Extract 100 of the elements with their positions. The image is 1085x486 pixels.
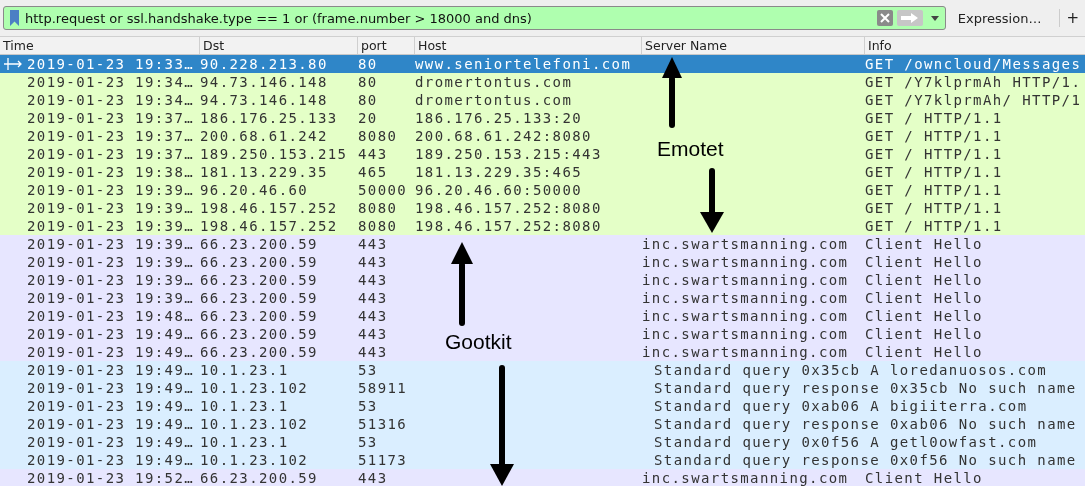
table-cell-text: 181.13.229.35	[200, 163, 329, 181]
table-cell: GET / HTTP/1.1	[865, 181, 1003, 199]
column-header[interactable]: port	[358, 37, 415, 54]
table-cell-text: 443	[358, 343, 389, 361]
table-cell-text: inc.swartsmanning.com	[642, 253, 850, 271]
table-cell-text: 200.68.61.242:8080	[415, 127, 593, 145]
table-cell-text: 10.1.23.102	[200, 415, 310, 433]
table-cell-text: 96.20.46.60	[200, 181, 310, 199]
arrow	[700, 168, 724, 233]
table-cell-text: 186.176.25.133	[200, 109, 339, 127]
table-cell: Client Hello	[865, 307, 983, 325]
table-cell-text: dromertontus.com	[415, 91, 574, 109]
table-cell: GET / HTTP/1.1	[865, 145, 1003, 163]
table-cell-text: 10.1.23.1	[200, 433, 290, 451]
table-cell-text: inc.swartsmanning.com	[642, 325, 850, 343]
bookmark-icon[interactable]	[10, 10, 19, 26]
table-cell-text: Standard query 0x35cb A loredanuosos.com	[653, 361, 1048, 379]
table-cell-text: 90.228.213.80	[200, 55, 329, 73]
table-cell-text: 10.1.23.102	[200, 379, 310, 397]
table-cell-text: 20	[358, 109, 379, 127]
table-cell: Client Hello	[865, 343, 983, 361]
table-cell-text: 465	[358, 163, 389, 181]
packet-row-time-cell[interactable]: 2019-01-23 19:33…	[27, 55, 200, 73]
table-cell-text: inc.swartsmanning.com	[642, 307, 850, 325]
table-cell-text: 66.23.200.59	[200, 289, 319, 307]
table-cell-text: 443	[358, 271, 389, 289]
table-cell-text: 198.46.157.252	[200, 217, 339, 235]
table-cell-text: inc.swartsmanning.com	[642, 343, 850, 361]
table-cell-text: www.seniortelefoni.com	[415, 55, 633, 73]
annotation-label: Emotet	[657, 137, 724, 161]
display-filter-field[interactable]: http.request or ssl.handshake.type == 1 or (frame.number > 18000 and dns)	[23, 10, 871, 26]
table-cell-text: Standard query response 0x0f56 No such name	[653, 451, 1077, 469]
table-cell-text: 443	[358, 235, 389, 253]
table-cell: GET / HTTP/1.1	[865, 199, 1003, 217]
table-cell-text: 10.1.23.1	[200, 361, 290, 379]
table-cell: GET /Y7klprmAh HTTP/1.	[865, 73, 1082, 91]
table-cell-text: 189.250.153.215	[200, 145, 349, 163]
table-cell-text: 66.23.200.59	[200, 343, 319, 361]
table-cell-text: 58911	[358, 379, 409, 397]
table-cell-text: 66.23.200.59	[200, 253, 319, 271]
request-marker-icon	[4, 58, 22, 70]
table-cell: GET / HTTP/1.1	[865, 163, 1003, 181]
table-cell-text: 443	[358, 289, 389, 307]
table-cell-text: 94.73.146.148	[200, 91, 329, 109]
table-cell-text: 8080	[358, 127, 399, 145]
column-header[interactable]: Host	[415, 37, 642, 54]
table-cell: Client Hello	[865, 235, 983, 253]
expression-button[interactable]: Expression…	[953, 8, 1046, 28]
table-cell-text: 198.46.157.252:8080	[415, 217, 603, 235]
table-cell-text: inc.swartsmanning.com	[642, 469, 850, 486]
dropdown-caret-icon[interactable]	[930, 15, 939, 21]
table-cell-text: dromertontus.com	[415, 73, 574, 91]
table-cell: Client Hello	[865, 325, 983, 343]
table-cell-text: inc.swartsmanning.com	[642, 289, 850, 307]
table-cell-text: 10.1.23.1	[200, 397, 290, 415]
table-cell: GET /owncloud/Messages	[865, 55, 1082, 73]
table-cell-text: 66.23.200.59	[200, 235, 319, 253]
table-cell: GET / HTTP/1.1	[865, 217, 1003, 235]
display-filter-bar[interactable]: http.request or ssl.handshake.type == 1 or (frame.number > 18000 and dns)	[3, 6, 946, 30]
column-header[interactable]: Info	[865, 37, 1085, 54]
clear-icon[interactable]	[876, 10, 893, 26]
table-cell-text: 443	[358, 145, 389, 163]
table-cell: GET /Y7klprmAh/ HTTP/1	[865, 91, 1082, 109]
table-cell-text: 198.46.157.252:8080	[415, 199, 603, 217]
column-header[interactable]: Server Name	[642, 37, 865, 54]
column-header[interactable]: Dst	[200, 37, 358, 54]
table-cell-text: 80	[358, 91, 379, 109]
table-cell-text: 53	[358, 433, 379, 451]
table-cell-text: 189.250.153.215:443	[415, 145, 603, 163]
table-cell: Client Hello	[865, 271, 983, 289]
table-cell-text: 51173	[358, 451, 409, 469]
table-cell-text: 96.20.46.60:50000	[415, 181, 584, 199]
table-cell-text: 443	[358, 307, 389, 325]
column-header[interactable]: Time	[0, 37, 200, 54]
table-cell: GET / HTTP/1.1	[865, 127, 1003, 145]
table-cell-text: 80	[358, 73, 379, 91]
table-cell-text: 186.176.25.133:20	[415, 109, 584, 127]
table-cell-text: inc.swartsmanning.com	[642, 235, 850, 253]
table-cell-text: 8080	[358, 199, 399, 217]
table-cell-text: 94.73.146.148	[200, 73, 329, 91]
table-cell: GET / HTTP/1.1	[865, 109, 1003, 127]
table-cell-text: 66.23.200.59	[200, 469, 319, 486]
table-cell-text: 200.68.61.242	[200, 127, 329, 145]
table-cell-text: 66.23.200.59	[200, 325, 319, 343]
add-filter-button[interactable]: +	[1059, 9, 1085, 27]
table-cell-text: 53	[358, 397, 379, 415]
table-cell-text: 443	[358, 469, 389, 486]
table-cell-text: 50000	[358, 181, 409, 199]
table-cell-text: Standard query 0xab06 A bigiiterra.com	[653, 397, 1028, 415]
table-cell-text: 53	[358, 361, 379, 379]
table-cell-text: 80	[358, 55, 379, 73]
table-cell-text: Standard query 0x0f56 A getl0owfast.com	[653, 433, 1038, 451]
table-cell-text: 66.23.200.59	[200, 271, 319, 289]
table-cell-text: Standard query response 0x35cb No such name	[653, 379, 1077, 397]
table-cell-text: 198.46.157.252	[200, 199, 339, 217]
table-cell-text: inc.swartsmanning.com	[642, 271, 850, 289]
annotation-label: Gootkit	[445, 330, 512, 354]
table-cell: Client Hello	[865, 469, 983, 486]
table-cell-text: 66.23.200.59	[200, 307, 319, 325]
table-cell-text: 51316	[358, 415, 409, 433]
